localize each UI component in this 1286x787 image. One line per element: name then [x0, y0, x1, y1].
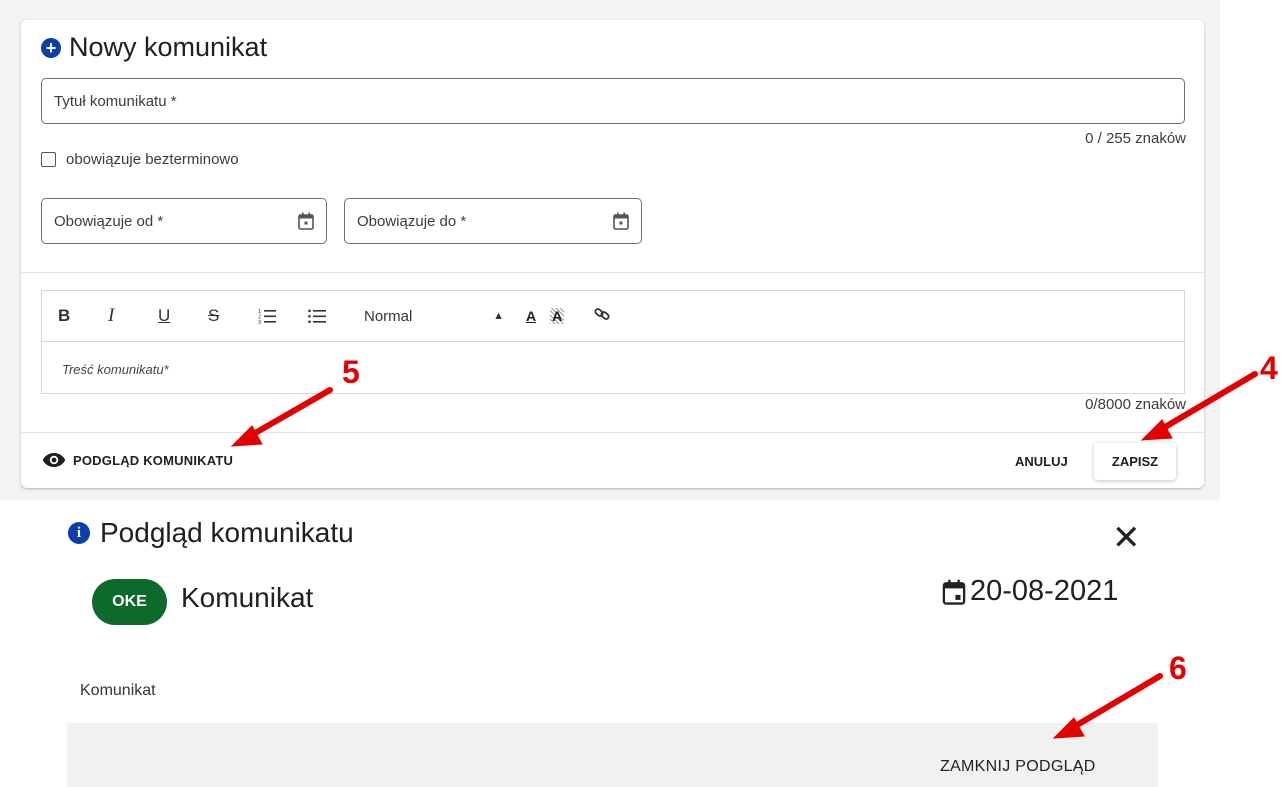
- annotation-arrow-5: [247, 387, 333, 439]
- annotation-arrow-4: [1157, 371, 1258, 433]
- annotation-arrow-6: [1069, 673, 1163, 731]
- annotation-arrows: [230, 371, 1258, 739]
